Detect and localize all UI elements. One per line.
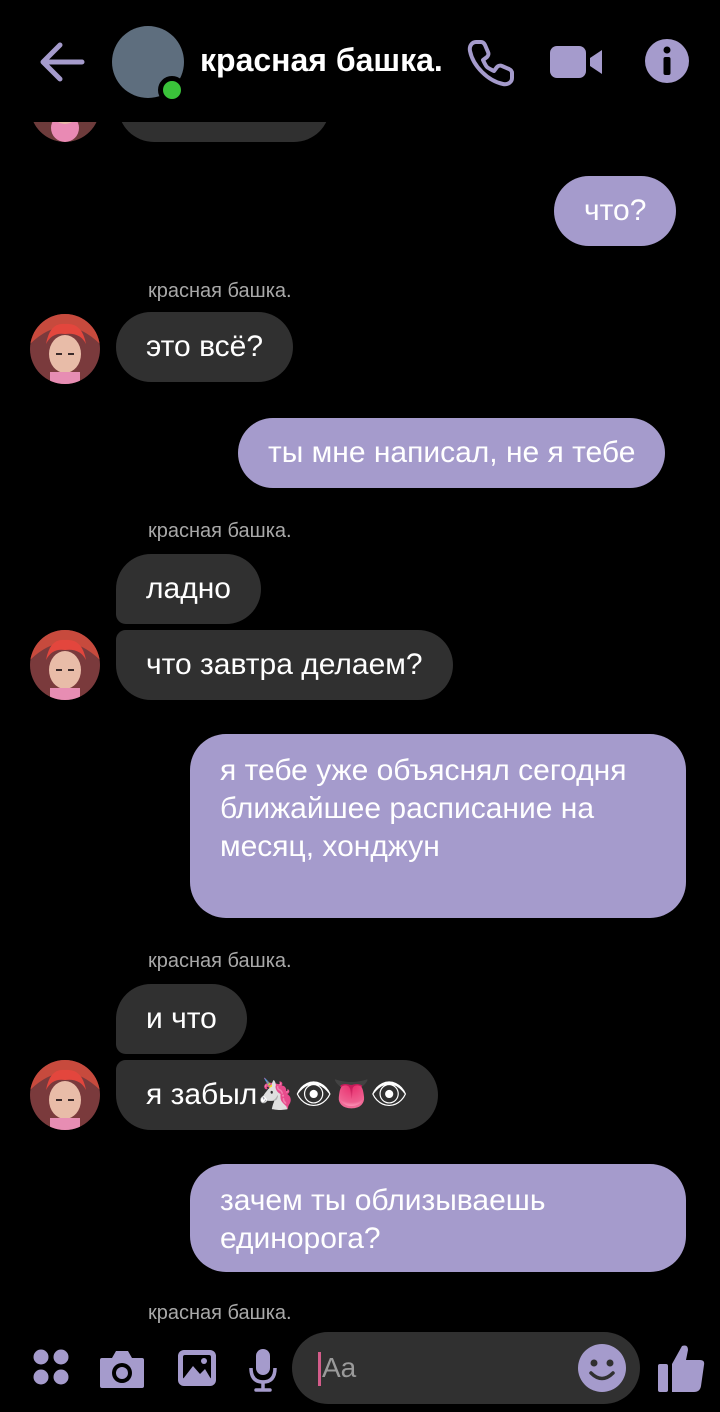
contact-name[interactable]: красная башка. bbox=[200, 42, 443, 79]
contact-message-avatar[interactable] bbox=[30, 1060, 100, 1130]
thumbs-up-icon[interactable] bbox=[656, 1342, 706, 1394]
online-status-dot bbox=[158, 76, 186, 104]
back-arrow-icon[interactable] bbox=[38, 40, 86, 84]
outgoing-message[interactable]: ты мне написал, не я тебе bbox=[238, 418, 666, 488]
chat-header: красная башка. bbox=[0, 0, 720, 122]
message-input[interactable]: Aa bbox=[292, 1332, 640, 1404]
incoming-message[interactable]: я забыл🦄👁👅👁 bbox=[116, 1060, 439, 1130]
outgoing-message[interactable]: я тебе уже объяснял сегодня ближайшее ра… bbox=[190, 734, 686, 918]
contact-message-avatar[interactable] bbox=[30, 314, 100, 384]
emoji-icon[interactable] bbox=[576, 1342, 628, 1394]
sender-name: красная башка. bbox=[148, 520, 292, 542]
contact-message-avatar[interactable] bbox=[30, 630, 100, 700]
incoming-message[interactable]: это всё? bbox=[116, 312, 294, 382]
sender-name: красная башка. bbox=[148, 280, 292, 302]
gallery-icon[interactable] bbox=[176, 1348, 218, 1388]
composer-bar: Aa bbox=[0, 1328, 720, 1412]
outgoing-message[interactable]: что? bbox=[554, 176, 677, 246]
outgoing-message[interactable]: зачем ты облизываешь единорога? bbox=[190, 1164, 686, 1272]
sender-name: красная башка. bbox=[148, 950, 292, 972]
sender-name: красная башка. bbox=[148, 1302, 292, 1324]
message-input-placeholder: Aa bbox=[322, 1352, 357, 1383]
camera-icon[interactable] bbox=[98, 1348, 146, 1390]
info-icon[interactable] bbox=[644, 38, 690, 84]
incoming-message[interactable]: ладно bbox=[116, 554, 261, 624]
incoming-message[interactable]: и что bbox=[116, 984, 247, 1054]
incoming-message[interactable]: что завтра делаем? bbox=[116, 630, 453, 700]
more-actions-icon[interactable] bbox=[32, 1348, 70, 1386]
microphone-icon[interactable] bbox=[248, 1348, 278, 1392]
text-cursor bbox=[318, 1352, 321, 1386]
video-call-icon[interactable] bbox=[548, 38, 604, 86]
phone-call-icon[interactable] bbox=[466, 38, 516, 88]
